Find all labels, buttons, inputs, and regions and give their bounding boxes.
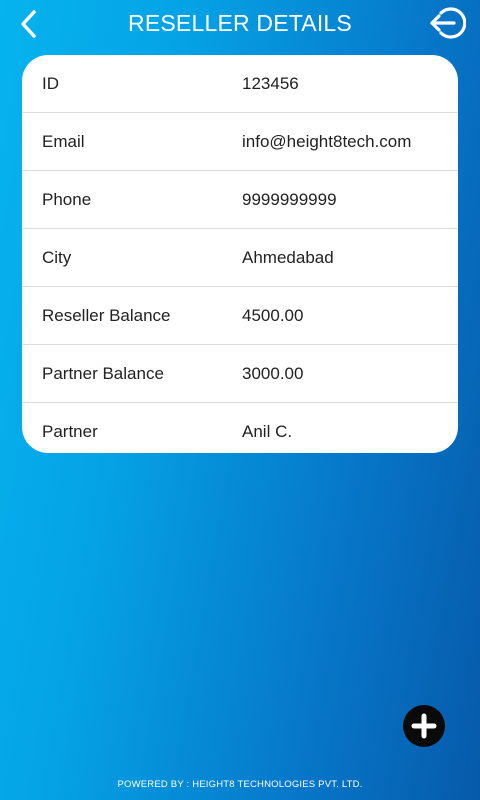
detail-value: 9999999999 (242, 189, 337, 209)
detail-row-partner: Partner Anil C. (22, 403, 458, 453)
footer-powered-by: POWERED BY : HEIGHT8 TECHNOLOGIES PVT. L… (117, 779, 363, 790)
detail-value: 123456 (242, 73, 299, 93)
plus-icon (411, 713, 437, 739)
back-button[interactable] (14, 8, 46, 40)
detail-label: Phone (42, 189, 92, 209)
detail-row-email: Email info@height8tech.com (22, 113, 458, 171)
app-header: RESELLER DETAILS (0, 0, 480, 50)
detail-value: Ahmedabad (242, 247, 334, 267)
detail-label: Partner Balance (42, 363, 164, 383)
detail-value: Anil C. (242, 421, 293, 441)
reseller-details-card: ID 123456 Email info@height8tech.com Pho… (22, 55, 458, 453)
detail-label: ID (42, 73, 59, 93)
detail-value: 3000.00 (242, 363, 304, 383)
detail-row-phone: Phone 9999999999 (22, 171, 458, 229)
detail-label: Partner (42, 421, 98, 441)
detail-row-partner-balance: Partner Balance 3000.00 (22, 345, 458, 403)
detail-row-id: ID 123456 (22, 55, 458, 113)
detail-label: City (42, 247, 72, 267)
logout-icon (430, 7, 467, 39)
add-button[interactable] (403, 705, 445, 747)
logout-button[interactable] (428, 5, 467, 41)
chevron-left-icon (21, 10, 36, 38)
detail-row-reseller-balance: Reseller Balance 4500.00 (22, 287, 458, 345)
page-title: RESELLER DETAILS (128, 10, 352, 36)
detail-row-city: City Ahmedabad (22, 229, 458, 287)
detail-label: Email (42, 131, 85, 151)
detail-value: 4500.00 (242, 305, 304, 325)
detail-label: Reseller Balance (42, 305, 171, 325)
detail-value: info@height8tech.com (242, 131, 412, 151)
